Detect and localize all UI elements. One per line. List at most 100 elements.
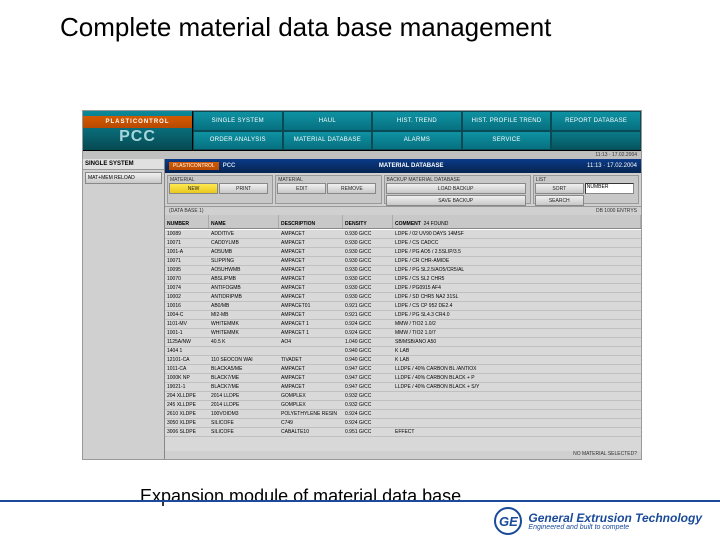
nav-material-db[interactable]: MATERIAL DATABASE [283,131,373,151]
table-row[interactable]: 10074ANTIFOGMBAMPACET0.930 G/CCLDPE / PG… [165,284,641,293]
print-button[interactable]: PRINT [219,183,268,194]
edit-button[interactable]: EDIT [277,183,326,194]
nav-haul[interactable]: HAUL [283,111,373,131]
cell-desc: C749 [279,419,343,427]
search-button[interactable]: SEARCH [535,195,584,206]
table-row[interactable]: 1404 10.940 G/CCK LAB [165,347,641,356]
table-body[interactable]: 10089ADDITIVEAMPACET0.930 G/CCLDPE / 02 … [165,229,641,451]
col-number[interactable]: NUMBER [165,215,209,228]
cell-density: 0.930 G/CC [343,284,393,292]
table-row[interactable]: 10070ABSLIPMBAMPACET0.930 G/CCLDPE / CS … [165,275,641,284]
remove-button[interactable]: REMOVE [327,183,376,194]
table-row[interactable]: 1001-1WHITEMMKAMPACET 10.924 G/CCMMW / T… [165,329,641,338]
nav-service[interactable]: SERVICE [462,131,552,151]
cell-desc: GOMPLEX [279,401,343,409]
nav-hist-profile[interactable]: HIST. PROFILE TREND [462,111,552,131]
cell-desc: AMPACET [279,275,343,283]
table-row[interactable]: 10002ANTIDRIPMBAMPACET0.930 G/CCLDPE / S… [165,293,641,302]
table-row[interactable]: 1101-MVWHITEMMKAMPACET 10.924 G/CCMMW / … [165,320,641,329]
cell-density: 0.940 G/CC [343,356,393,364]
table-row[interactable]: 1000K NPBLACK7/MEAMPACET0.947 G/CCLLDPE … [165,374,641,383]
cell-number: 10070 [165,275,209,283]
table-header: NUMBER NAME DESCRIPTION DENSITY COMMENT … [165,215,641,229]
cell-name: ANTIFOGMB [209,284,279,292]
cell-name: 40.5 K [209,338,279,346]
cell-name: SILICOFE [209,419,279,427]
cell-number: 1001-1 [165,329,209,337]
cell-desc: AMPACET [279,239,343,247]
cell-name: AB0/MB [209,302,279,310]
cell-comment: LDPE / PG0915 AF4 [393,284,641,292]
cell-name: ADDITIVE [209,230,279,238]
cell-desc: AMPACET [279,365,343,373]
cell-comment: EFFECT [393,428,641,436]
cell-number: 1004-C [165,311,209,319]
save-backup-button[interactable]: SAVE BACKUP [386,195,526,206]
table-entries: DB 1000 ENTRYS [596,208,637,214]
cell-desc: GOMPLEX [279,392,343,400]
toolbar: MATERIAL NEW PRINT MATERIAL EDIT REMOVE … [165,173,641,207]
cell-desc: AMPACET [279,284,343,292]
cell-density: 0.932 G/CC [343,392,393,400]
table-row[interactable]: 204 XLLDPE2014 LLDPEGOMPLEX0.932 G/CC [165,392,641,401]
nav-alarms[interactable]: ALARMS [372,131,462,151]
table-row[interactable]: 10016AB0/MBAMPACET010.921 G/CCLDPE / CS … [165,302,641,311]
table-row[interactable]: 10095AO5UHWMBAMPACET0.930 G/CCLDPE / PG … [165,266,641,275]
table-row[interactable]: 3006 SLDPESILICOFECABALTE100.951 G/CCEFF… [165,428,641,437]
col-density[interactable]: DENSITY [343,215,393,228]
table-row[interactable]: 12101-CA110 SEOCON WAITIVADET0.940 G/CCK… [165,356,641,365]
cell-density: 0.932 G/CC [343,401,393,409]
cell-name: SLIPPING [209,257,279,265]
load-backup-button[interactable]: LOAD BACKUP [386,183,526,194]
table-row[interactable]: 2610 XLDPE100VOIDM3POLYETHYLENE RESIN0.9… [165,410,641,419]
cell-number: 204 XLLDPE [165,392,209,400]
cell-number: 10002 [165,293,209,301]
cell-density: 0.930 G/CC [343,239,393,247]
col-description[interactable]: DESCRIPTION [279,215,343,228]
new-button[interactable]: NEW [169,183,218,194]
table-row[interactable]: 10071CADDYLMBAMPACET0.930 G/CCLDPE / CS … [165,239,641,248]
nav-order-analysis[interactable]: ORDER ANALYSIS [193,131,283,151]
col-name[interactable]: NAME [209,215,279,228]
table-row[interactable]: 1011-CABLACKA5/MEAMPACET0.947 G/CCLLDPE … [165,365,641,374]
panel-title: MATERIAL DATABASE [379,163,444,169]
cell-density: 0.930 G/CC [343,275,393,283]
cell-name [209,347,279,355]
table-row[interactable]: 1004-CMI2-MBAMPACET0.921 G/CCLDPE / PG S… [165,311,641,320]
tool-group-material-1: MATERIAL NEW PRINT [167,175,273,204]
table-status: NO MATERIAL SELECTED? [165,451,641,459]
table-row[interactable]: 10089ADDITIVEAMPACET0.930 G/CCLDPE / 02 … [165,230,641,239]
cell-comment: LDPE / CS CP 952 DE2.4 [393,302,641,310]
cell-desc: AO4 [279,338,343,346]
cell-comment: MMW / TIO2 1.0/7 [393,329,641,337]
cell-density: 0.924 G/CC [343,419,393,427]
cell-number: 10071 [165,239,209,247]
table-row[interactable]: 1125A/NW40.5 KAO41.040 G/CCSB/MSB/ANO A5… [165,338,641,347]
sort-button[interactable]: SORT [535,183,584,194]
nav-single-system[interactable]: SINGLE SYSTEM [193,111,283,131]
table-row[interactable]: 1001-AAO5UMBAMPACET0.930 G/CCLDPE / PG A… [165,248,641,257]
nav-rows: SINGLE SYSTEM HAUL HIST. TREND HIST. PRO… [193,111,641,150]
table-row[interactable]: 10071SLIPPINGAMPACET0.930 G/CCLDPE / CR … [165,257,641,266]
cell-name: BLACKA5/ME [209,365,279,373]
tool-group-material-2: MATERIAL EDIT REMOVE [275,175,381,204]
col-comment[interactable]: COMMENT 24 FOUND [393,215,641,228]
cell-desc: TIVADET [279,356,343,364]
nav-report-db[interactable]: REPORT DATABASE [551,111,641,131]
table-row[interactable]: 245 XLLDPE2014 LLDPEGOMPLEX0.932 G/CC [165,401,641,410]
table-row[interactable]: 3050 XLDPESILICOFEC7490.924 G/CC [165,419,641,428]
cell-number: 10089 [165,230,209,238]
cell-name: SILICOFE [209,428,279,436]
cell-number: 10095 [165,266,209,274]
cell-comment: LDPE / 02 UV90 DAYS 14MSF [393,230,641,238]
cell-density: 0.924 G/CC [343,320,393,328]
nav-hist-trend[interactable]: HIST. TREND [372,111,462,131]
cell-number: 1000K NP [165,374,209,382]
table-row[interactable]: 19021-1BLACK7/MEAMPACET0.947 G/CCLLDPE /… [165,383,641,392]
sidebar-matmem-reload[interactable]: MAT+MEM RELOAD [85,172,162,184]
panel-time: 11:13 · 17.02.2004 [587,163,637,169]
cell-desc [279,347,343,355]
cell-comment: LLDPE / 40% CARBON BLACK + S/Y [393,383,641,391]
cell-density: 0.947 G/CC [343,383,393,391]
sort-field[interactable]: NUMBER [585,183,634,194]
